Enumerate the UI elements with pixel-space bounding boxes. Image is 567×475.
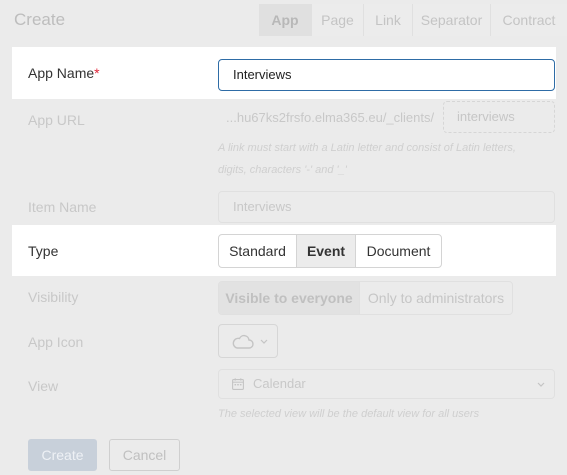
tab-page[interactable]: Page (311, 4, 363, 36)
app-name-label: App Name* (28, 65, 100, 81)
required-mark: * (94, 65, 100, 81)
app-url-row: App URL ...hu67ks2frsfo.elma365.eu/_clie… (12, 99, 556, 189)
app-icon-row: App Icon (12, 320, 556, 364)
type-option-event[interactable]: Event (296, 235, 355, 267)
visibility-row: Visibility Visible to everyone Only to a… (12, 276, 556, 320)
tab-separator[interactable]: Separator (412, 4, 490, 36)
calendar-icon (232, 378, 244, 390)
visibility-option-admins[interactable]: Only to administrators (359, 282, 512, 314)
chevron-down-icon (537, 382, 545, 387)
app-url-prefix: ...hu67ks2frsfo.elma365.eu/_clients/ (226, 110, 435, 125)
view-select[interactable]: Calendar (218, 369, 555, 399)
app-url-hint: A link must start with a Latin letter an… (218, 142, 516, 176)
view-hint: The selected view will be the default vi… (218, 408, 480, 420)
tab-contract[interactable]: Contract (490, 4, 567, 36)
app-url-input[interactable]: interviews (443, 101, 555, 133)
type-row: Type Standard Event Document (12, 225, 556, 276)
chevron-down-icon (260, 339, 268, 344)
item-name-input[interactable]: Interviews (218, 191, 555, 223)
type-option-document[interactable]: Document (355, 235, 441, 267)
type-option-standard[interactable]: Standard (219, 235, 296, 267)
app-name-input[interactable]: Interviews (218, 59, 555, 91)
cancel-button[interactable]: Cancel (109, 439, 180, 471)
app-url-label: App URL (28, 112, 85, 128)
visibility-option-everyone[interactable]: Visible to everyone (219, 282, 359, 314)
view-row: View Calendar The selected view will be … (12, 364, 556, 428)
app-name-row: App Name* Interviews (12, 47, 556, 99)
app-icon-picker[interactable] (218, 324, 278, 358)
create-button[interactable]: Create (28, 439, 97, 471)
view-label: View (28, 378, 59, 394)
type-tabs: App Page Link Separator Contract (259, 4, 567, 36)
cloud-icon (232, 334, 254, 349)
tab-link[interactable]: Link (363, 4, 412, 36)
type-segmented-control: Standard Event Document (218, 234, 442, 268)
tab-app[interactable]: App (259, 4, 311, 36)
view-select-value: Calendar (253, 376, 306, 391)
item-name-row: Item Name Interviews (12, 189, 556, 225)
item-name-label: Item Name (28, 199, 97, 215)
visibility-label: Visibility (28, 289, 79, 305)
visibility-segmented-control: Visible to everyone Only to administrato… (218, 281, 513, 315)
dialog-title: Create (14, 10, 66, 29)
dialog-header: Create App Page Link Separator Contract (0, 0, 567, 42)
type-label: Type (28, 243, 59, 259)
app-icon-label: App Icon (28, 334, 84, 350)
app-name-label-text: App Name (28, 65, 95, 81)
